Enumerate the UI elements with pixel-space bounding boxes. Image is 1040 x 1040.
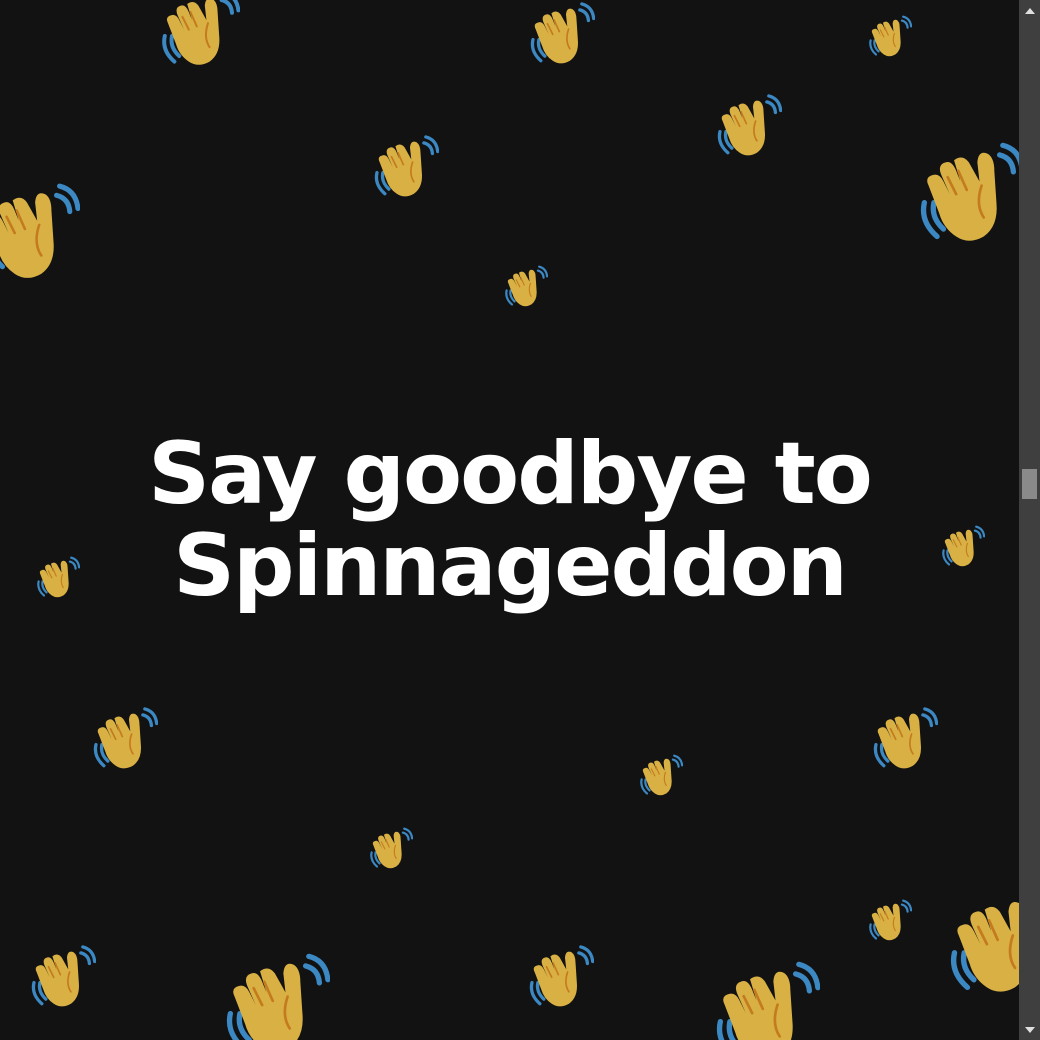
waving-hand-icon [504, 264, 548, 308]
waving-hand-icon [150, 0, 250, 68]
headline-line-1: Say goodbye to [148, 424, 873, 524]
waving-hand-icon [868, 14, 912, 58]
scroll-up-button[interactable] [1019, 0, 1040, 21]
vertical-scrollbar[interactable] [1019, 0, 1040, 1040]
waving-hand-icon [639, 753, 683, 797]
arrow-down-icon [1024, 1026, 1035, 1033]
waving-hand-icon [0, 178, 80, 284]
waving-hand-icon [868, 898, 912, 942]
scrollbar-thumb[interactable] [1022, 469, 1037, 499]
waving-hand-icon [528, 943, 594, 1009]
waving-hand-icon [373, 133, 439, 199]
headline-line-2: Spinnageddon [173, 516, 848, 616]
waving-hand-icon [529, 0, 595, 66]
waving-hand-icon [224, 950, 330, 1040]
waving-hand-icon [918, 138, 1019, 246]
page-canvas: Say goodbye to Spinnageddon [0, 0, 1019, 1040]
waving-hand-icon [369, 826, 413, 870]
waving-hand-icon [714, 958, 820, 1040]
hero-headline: Say goodbye to Spinnageddon [0, 428, 1019, 612]
waving-hand-icon [948, 888, 1019, 996]
waving-hand-icon [30, 943, 96, 1009]
waving-hand-icon [716, 92, 782, 158]
arrow-up-icon [1024, 7, 1035, 14]
scroll-down-button[interactable] [1019, 1019, 1040, 1040]
waving-hand-icon [92, 705, 158, 771]
waving-hand-icon [872, 705, 938, 771]
